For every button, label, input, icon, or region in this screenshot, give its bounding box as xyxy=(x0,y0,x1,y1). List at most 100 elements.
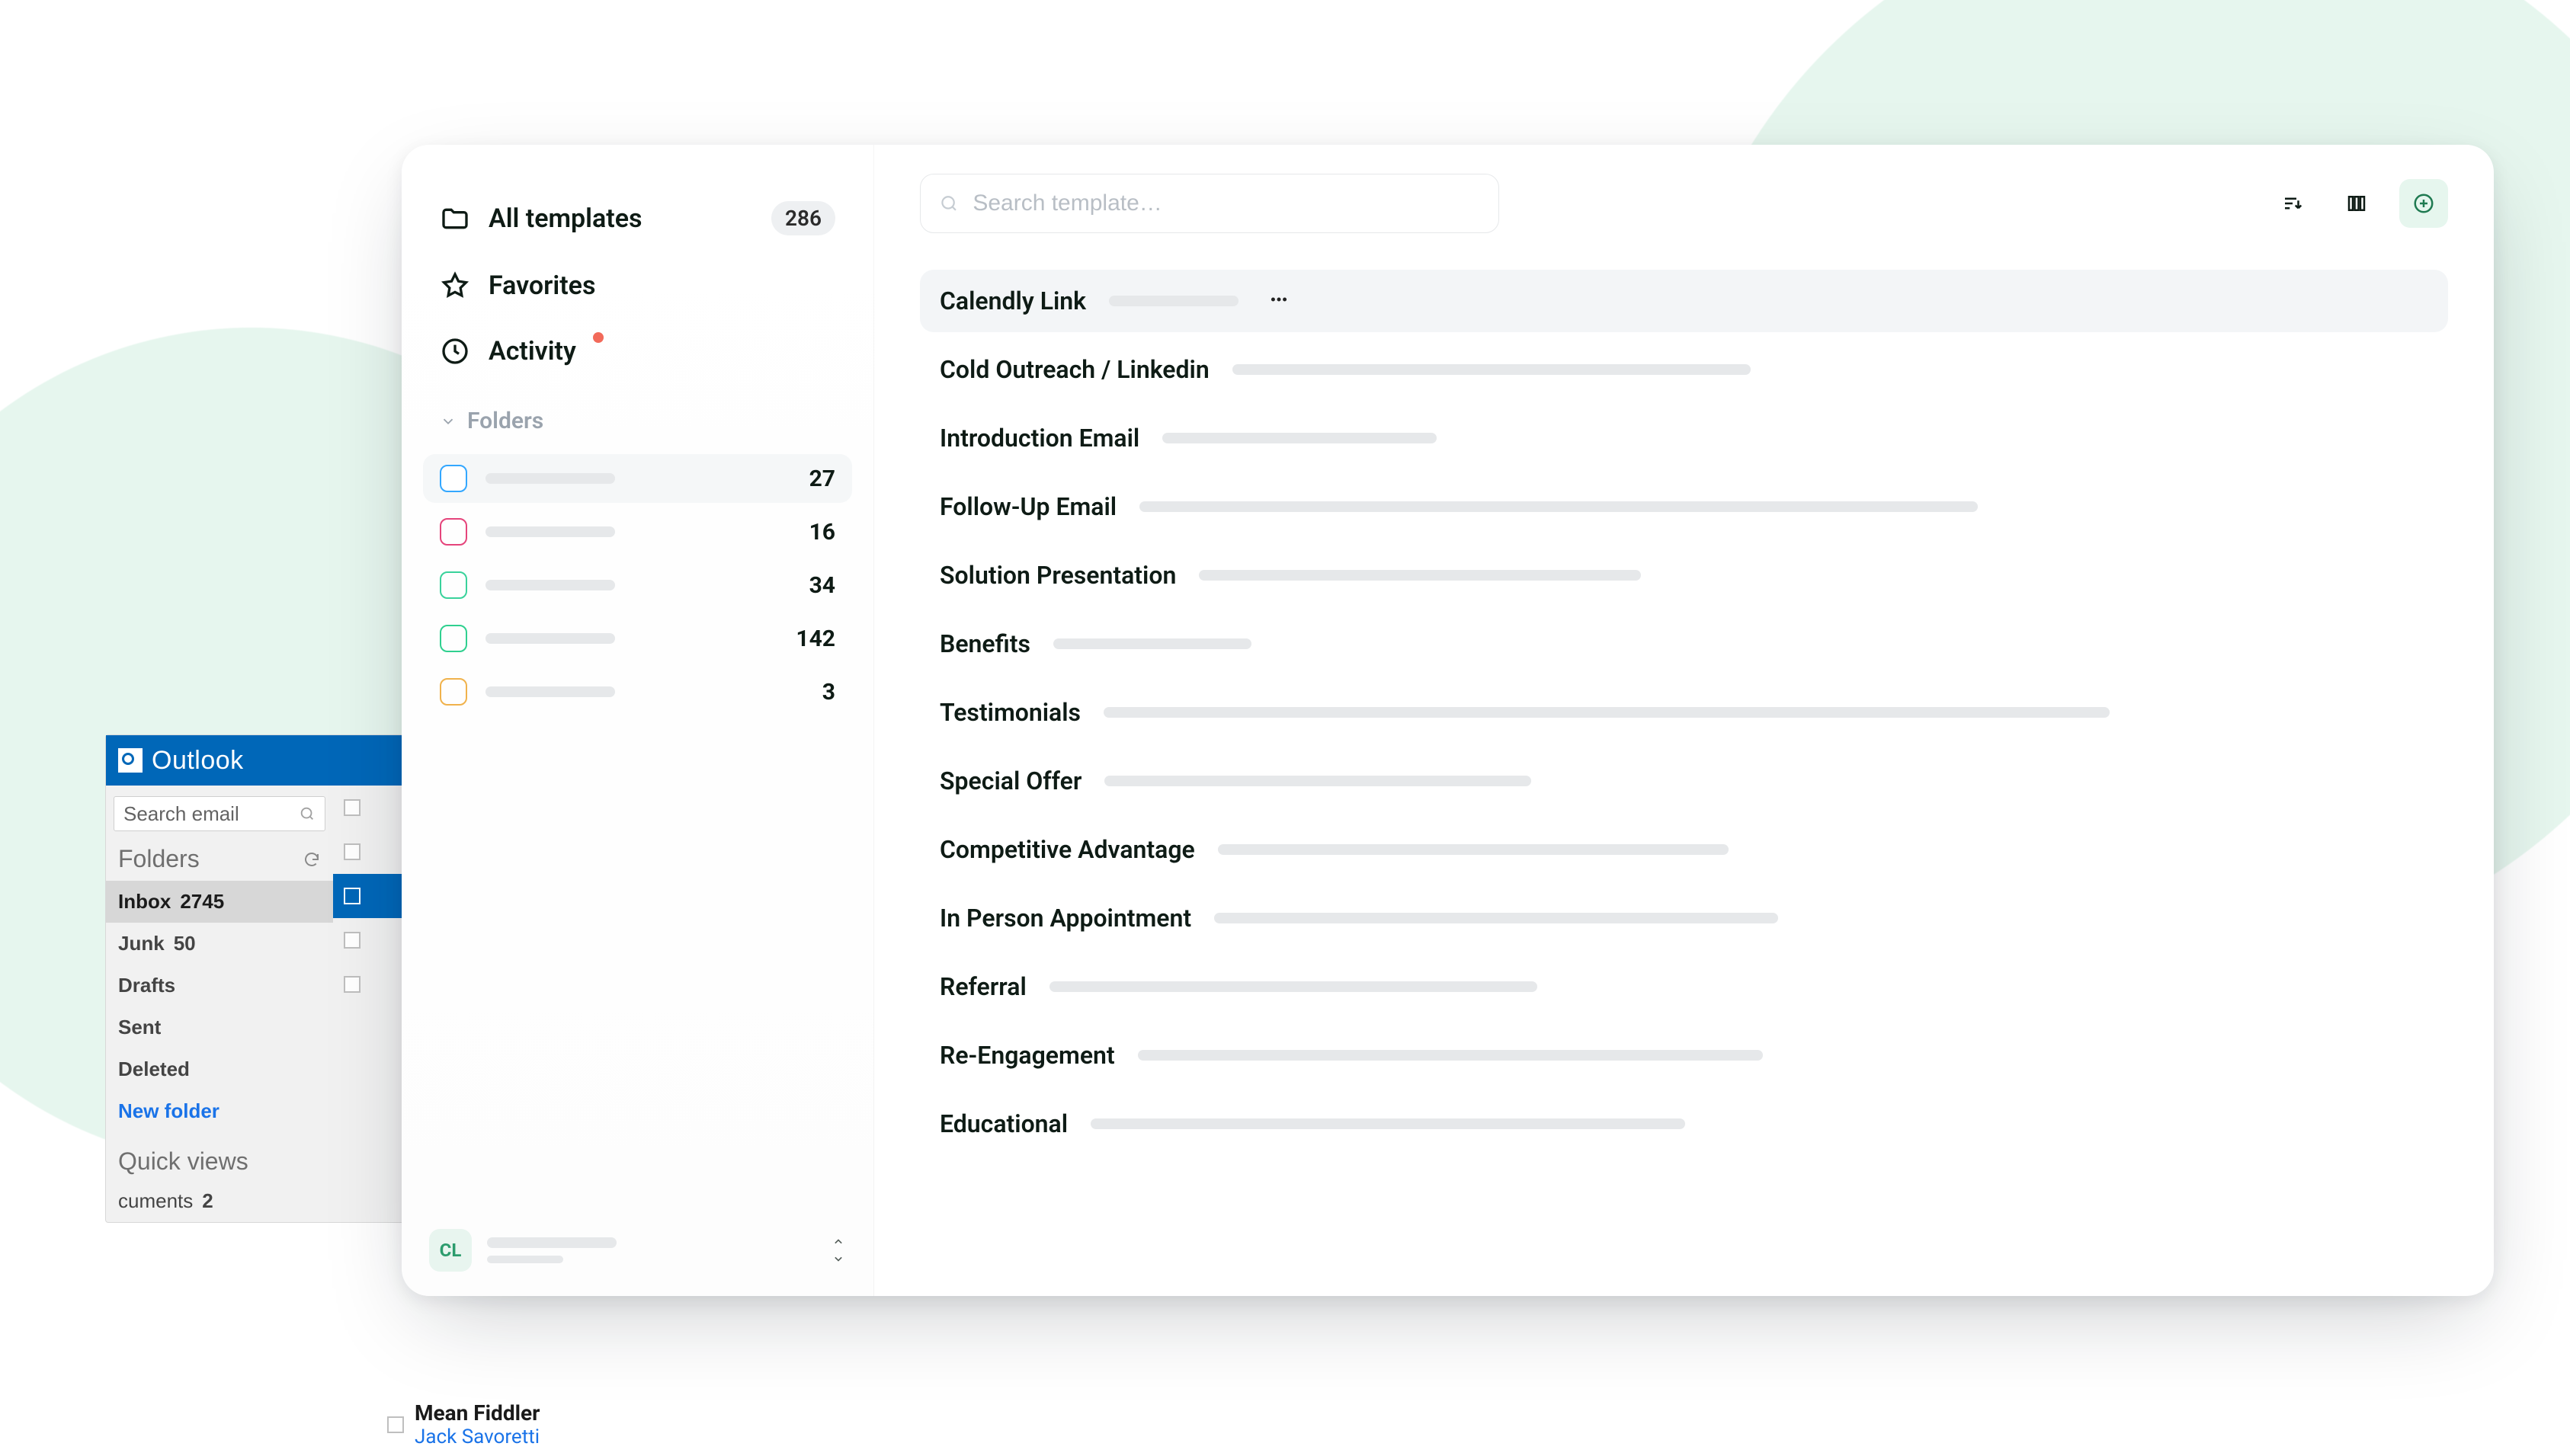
template-row[interactable]: Educational xyxy=(920,1093,2448,1155)
outlook-quick-item[interactable]: cuments2 xyxy=(106,1180,333,1222)
template-row[interactable]: Testimonials xyxy=(920,681,2448,744)
outlook-quick-views-label: Quick views xyxy=(106,1132,333,1180)
folder-name-placeholder xyxy=(485,633,615,644)
search-box[interactable] xyxy=(920,174,1499,233)
folder-item[interactable]: 3 xyxy=(423,667,852,716)
outlook-folder-count: 2745 xyxy=(180,890,224,913)
folder-item[interactable]: 34 xyxy=(423,561,852,610)
sidebar-item-all-templates[interactable]: All templates 286 xyxy=(423,187,852,249)
folder-name-placeholder xyxy=(485,526,615,537)
sidebar-item-label: All templates xyxy=(489,203,642,234)
sidebar-section-folders[interactable]: Folders xyxy=(423,388,852,442)
template-preview-placeholder xyxy=(1218,844,1729,855)
folder-icon xyxy=(440,203,470,234)
template-preview-placeholder xyxy=(1049,981,1537,992)
folder-color-swatch xyxy=(440,571,467,599)
template-row[interactable]: Cold Outreach / Linkedin xyxy=(920,338,2448,401)
outlook-folder-item[interactable]: Deleted xyxy=(106,1048,333,1090)
template-row[interactable]: Special Offer xyxy=(920,750,2448,812)
outlook-folders-header: Folders xyxy=(106,842,333,881)
folder-item[interactable]: 16 xyxy=(423,507,852,556)
template-preview-placeholder xyxy=(1053,638,1251,649)
template-row[interactable]: Benefits xyxy=(920,613,2448,675)
outlook-folder-label: Deleted xyxy=(118,1058,190,1080)
template-row[interactable]: Referral xyxy=(920,955,2448,1018)
template-preview-placeholder xyxy=(1104,776,1531,786)
template-title: Cold Outreach / Linkedin xyxy=(940,355,1210,384)
folder-list: 27 16 34 142 3 xyxy=(423,454,852,716)
outlook-folder-count: 50 xyxy=(174,932,196,955)
template-title: In Person Appointment xyxy=(940,904,1191,933)
template-row[interactable]: In Person Appointment xyxy=(920,887,2448,949)
sidebar-item-label: Activity xyxy=(489,336,576,366)
main-panel: Calendly Link Cold Outreach / Linkedin Int… xyxy=(874,145,2494,1296)
outlook-folder-item[interactable]: Junk 50 xyxy=(106,923,333,965)
outlook-quick-label: cuments xyxy=(118,1189,193,1212)
outlook-folder-label: Drafts xyxy=(118,974,175,997)
star-icon xyxy=(440,270,470,301)
template-row[interactable]: Competitive Advantage xyxy=(920,818,2448,881)
view-columns-button[interactable] xyxy=(2335,182,2378,225)
columns-icon xyxy=(2345,192,2368,215)
sidebar-item-favorites[interactable]: Favorites xyxy=(423,257,852,315)
template-title: Solution Presentation xyxy=(940,561,1176,590)
search-input[interactable] xyxy=(971,190,1480,217)
outlook-sidebar: Search email Folders Inbox 2745 Junk 50 Draf… xyxy=(106,786,333,1222)
more-button[interactable] xyxy=(1269,290,1289,312)
sidebar-section-label: Folders xyxy=(467,408,543,434)
folder-color-swatch xyxy=(440,465,467,492)
template-row[interactable]: Re-Engagement xyxy=(920,1024,2448,1086)
template-preview-placeholder xyxy=(1199,570,1641,581)
outlook-search-placeholder: Search email xyxy=(123,802,239,826)
outlook-folder-item[interactable]: Inbox 2745 xyxy=(106,881,333,923)
sidebar-count-badge: 286 xyxy=(771,201,835,235)
template-row[interactable]: Solution Presentation xyxy=(920,544,2448,606)
sort-icon xyxy=(2281,192,2304,215)
plus-icon xyxy=(2412,192,2435,215)
template-preview-placeholder xyxy=(1232,364,1751,375)
checkbox-icon[interactable] xyxy=(387,1416,404,1433)
template-row[interactable]: Introduction Email xyxy=(920,407,2448,469)
outlook-brand: Outlook xyxy=(152,746,244,776)
template-title: Follow-Up Email xyxy=(940,492,1117,521)
sidebar: All templates 286 Favorites Activity Fol… xyxy=(402,145,874,1296)
folder-color-swatch xyxy=(440,625,467,652)
template-title: Calendly Link xyxy=(940,286,1086,315)
profile-switcher[interactable]: CL xyxy=(423,1226,852,1275)
outlook-folder-label: Inbox xyxy=(118,890,171,913)
template-preview-placeholder xyxy=(1091,1118,1685,1129)
outlook-folder-label: Junk xyxy=(118,932,165,955)
folder-name-placeholder xyxy=(485,473,615,484)
outlook-folder-item[interactable]: Sent xyxy=(106,1006,333,1048)
template-title: Benefits xyxy=(940,629,1030,658)
outlook-folder-item[interactable]: Drafts xyxy=(106,965,333,1006)
checkbox-icon[interactable] xyxy=(344,799,361,816)
folder-color-swatch xyxy=(440,678,467,706)
search-icon xyxy=(939,193,959,214)
outlook-folder-item[interactable]: New folder xyxy=(106,1090,333,1132)
checkbox-icon[interactable] xyxy=(344,888,361,904)
template-preview-placeholder xyxy=(1104,707,2110,718)
template-preview-placeholder xyxy=(1162,433,1437,443)
refresh-icon[interactable] xyxy=(303,850,321,869)
add-template-button[interactable] xyxy=(2399,179,2448,228)
sidebar-item-activity[interactable]: Activity xyxy=(423,322,852,380)
outlook-search[interactable]: Search email xyxy=(114,796,325,831)
template-title: Educational xyxy=(940,1109,1068,1138)
folder-name-placeholder xyxy=(485,686,615,697)
folder-item[interactable]: 142 xyxy=(423,614,852,663)
checkbox-icon[interactable] xyxy=(344,843,361,860)
checkbox-icon[interactable] xyxy=(344,932,361,949)
folder-count: 27 xyxy=(809,466,835,492)
sort-button[interactable] xyxy=(2271,182,2314,225)
template-title: Referral xyxy=(940,972,1027,1001)
template-row[interactable]: Follow-Up Email xyxy=(920,475,2448,538)
outlook-logo-icon xyxy=(118,748,143,773)
folder-count: 142 xyxy=(796,626,835,652)
folder-count: 34 xyxy=(809,572,835,599)
template-row[interactable]: Calendly Link xyxy=(920,270,2448,332)
template-title: Special Offer xyxy=(940,766,1082,795)
checkbox-icon[interactable] xyxy=(344,976,361,993)
toolbar xyxy=(920,174,2448,233)
folder-item[interactable]: 27 xyxy=(423,454,852,503)
